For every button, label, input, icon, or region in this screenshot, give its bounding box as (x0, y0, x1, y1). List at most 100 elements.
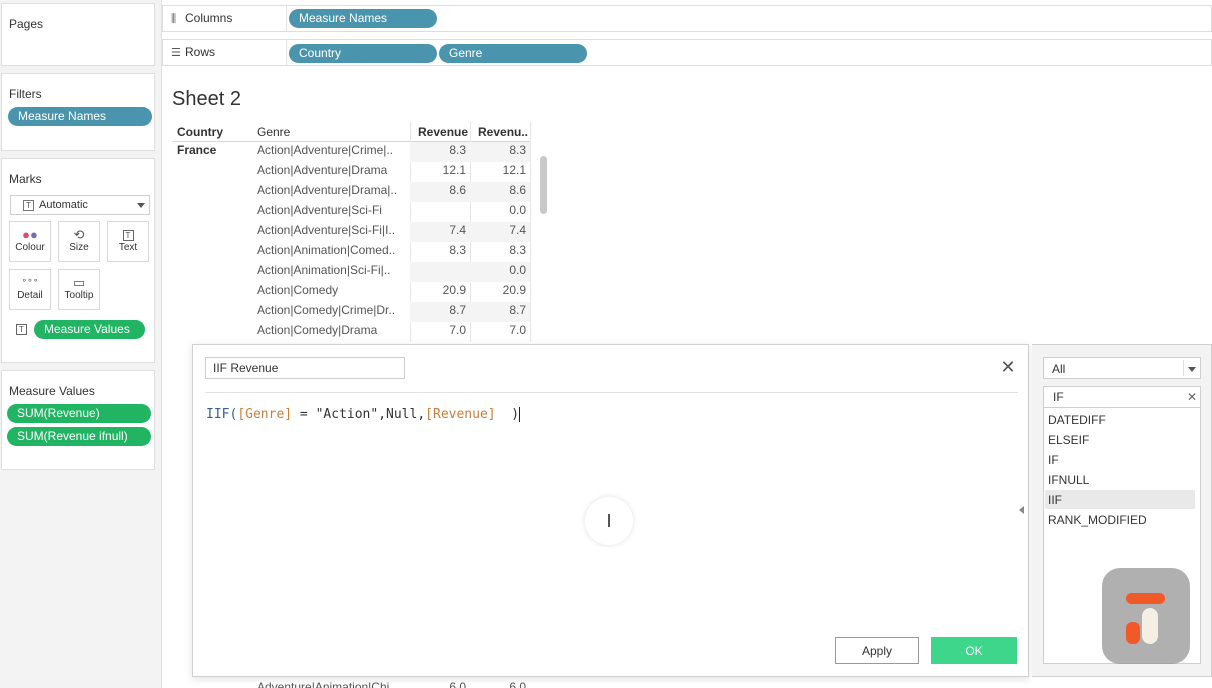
formula-close: ) (495, 407, 520, 422)
function-item-iif[interactable]: IIF (1045, 490, 1195, 509)
table-row-genre: Action|Comedy (257, 283, 339, 297)
marks-text-label: Text (118, 242, 138, 253)
marks-card: Marks T Automatic ●● Colour ⟲ Size T Tex… (1, 158, 155, 363)
rows-icon: ☰ (171, 47, 181, 59)
table-row-revenue-ifnull: 6.0 (509, 680, 526, 688)
table-row-genre: Action|Comedy|Drama (257, 323, 378, 337)
header-genre[interactable]: Genre (257, 125, 290, 139)
table-row-revenue-ifnull: 8.3 (509, 243, 526, 257)
colour-dots-icon: ●● (22, 227, 38, 242)
row-country-france: France (177, 143, 217, 157)
table-row-revenue-ifnull: 0.0 (509, 203, 526, 217)
marks-detail-label: Detail (17, 290, 43, 301)
detail-dots-icon: ∘∘∘ (21, 275, 39, 285)
brand-logo-icon (1102, 568, 1190, 664)
header-revenue-ifnull[interactable]: Revenu.. (478, 125, 528, 139)
mark-type-label: Automatic (39, 199, 88, 211)
function-search-input[interactable] (1043, 386, 1201, 408)
rows-pill-genre[interactable]: Genre (439, 44, 587, 63)
formula-operator: = "Action",Null, (292, 407, 426, 422)
table-row-genre: Action|Comedy|Crime|Dr.. (257, 303, 396, 317)
table-row-revenue: 6.0 (449, 680, 466, 688)
measure-values-card: Measure Values SUM(Revenue) SUM(Revenue … (1, 370, 155, 470)
measure-value-pill-sum-revenue-ifnull[interactable]: SUM(Revenue ifnull) (7, 427, 151, 446)
size-icon: ⟲ (73, 227, 85, 242)
table-row-genre: Action|Adventure|Sci-Fi|I.. (257, 223, 396, 237)
table-row-revenue: 7.0 (449, 323, 466, 337)
function-item-if[interactable]: IF (1045, 450, 1195, 469)
formula-editor[interactable]: IIF([Genre] = "Action",Null,[Revenue] ) (206, 407, 521, 422)
clear-search-icon[interactable]: ✕ (1187, 390, 1197, 404)
columns-shelf[interactable]: ⫼ Columns Measure Names (162, 5, 1212, 32)
tooltip-icon: ▭ (72, 275, 86, 290)
marks-size-label: Size (69, 242, 89, 253)
apply-button[interactable]: Apply (835, 637, 919, 664)
table-row-genre: Action|Adventure|Drama|.. (257, 183, 398, 197)
calculation-name-input[interactable] (205, 357, 405, 379)
pages-card[interactable]: Pages (1, 3, 155, 66)
tableau-workspace: Pages Filters Measure Names Marks T Auto… (0, 0, 1212, 688)
table-row-revenue: 8.3 (449, 243, 466, 257)
filters-card[interactable]: Filters Measure Names (1, 73, 155, 151)
text-mark-icon: T (16, 324, 27, 335)
table-row-revenue-ifnull: 12.1 (502, 163, 526, 177)
text-mark-icon: T (23, 200, 34, 211)
marks-title: Marks (9, 172, 42, 186)
formula-field-genre: [Genre] (237, 407, 293, 422)
table-row-genre: Action|Animation|Comed.. (257, 243, 396, 257)
formula-field-revenue: [Revenue] (425, 407, 496, 422)
table-row-revenue: 8.3 (449, 143, 466, 157)
header-revenue[interactable]: Revenue (418, 125, 468, 139)
left-panel: Pages Filters Measure Names Marks T Auto… (0, 0, 162, 688)
marks-colour-button[interactable]: ●● Colour (9, 221, 51, 262)
ok-button[interactable]: OK (931, 637, 1017, 664)
table-row-revenue-ifnull: 0.0 (509, 263, 526, 277)
table-row-genre: Action|Adventure|Drama (257, 163, 388, 177)
table-row-revenue-ifnull: 20.9 (502, 283, 526, 297)
table-row-revenue: 7.4 (449, 223, 466, 237)
chevron-down-icon (137, 203, 145, 208)
mark-type-select[interactable]: T Automatic (10, 195, 150, 215)
table-row-revenue-ifnull: 7.0 (509, 323, 526, 337)
table-scrollbar[interactable] (540, 156, 547, 214)
table-row-revenue: 8.7 (449, 303, 466, 317)
chevron-down-icon (1188, 367, 1196, 372)
rows-shelf-label: ☰ Rows (171, 45, 216, 59)
table-row-revenue-ifnull: 8.6 (509, 183, 526, 197)
formula-function: IIF( (206, 407, 238, 422)
measure-value-pill-sum-revenue[interactable]: SUM(Revenue) (7, 404, 151, 423)
marks-text-button[interactable]: T Text (107, 221, 149, 262)
function-category-value: All (1052, 362, 1066, 376)
columns-pill-measure-names[interactable]: Measure Names (289, 9, 437, 28)
filter-pill-measure-names[interactable]: Measure Names (8, 107, 152, 126)
marks-tooltip-button[interactable]: ▭ Tooltip (58, 269, 100, 310)
columns-shelf-label: ⫼ Columns (171, 11, 233, 25)
table-row-genre: Action|Animation|Sci-Fi|.. (257, 263, 391, 277)
table-row-revenue: 8.6 (449, 183, 466, 197)
function-item-ifnull[interactable]: IFNULL (1045, 470, 1195, 489)
marks-tooltip-label: Tooltip (64, 290, 94, 301)
measure-values-title: Measure Values (9, 384, 95, 398)
close-icon[interactable]: ✕ (1000, 358, 1016, 376)
marks-detail-button[interactable]: ∘∘∘ Detail (9, 269, 51, 310)
table-row-revenue-ifnull: 8.3 (509, 143, 526, 157)
rows-pill-country[interactable]: Country (289, 44, 437, 63)
marks-size-button[interactable]: ⟲ Size (58, 221, 100, 262)
ibeam-cursor-icon: I (585, 497, 633, 545)
function-item-datediff[interactable]: DATEDIFF (1045, 410, 1195, 429)
rows-shelf[interactable]: ☰ Rows Country Genre (162, 39, 1212, 66)
filters-title: Filters (9, 87, 42, 101)
table-row-genre: Adventure|Animation|Chi.. (257, 680, 396, 688)
table-row-genre: Action|Adventure|Sci-Fi (257, 203, 382, 217)
table-row-revenue: 20.9 (442, 283, 466, 297)
collapse-panel-arrow-icon[interactable] (1019, 506, 1024, 514)
function-category-select[interactable]: All (1043, 357, 1201, 379)
text-icon: T (108, 222, 148, 242)
table-row-genre: Action|Adventure|Crime|.. (257, 143, 394, 157)
function-item-rank-modified[interactable]: RANK_MODIFIED (1045, 510, 1195, 529)
function-item-elseif[interactable]: ELSEIF (1045, 430, 1195, 449)
marks-measure-values-pill[interactable]: Measure Values (34, 320, 145, 339)
table-row-revenue-ifnull: 7.4 (509, 223, 526, 237)
columns-icon: ⫼ (171, 13, 177, 25)
header-country[interactable]: Country (177, 125, 223, 139)
